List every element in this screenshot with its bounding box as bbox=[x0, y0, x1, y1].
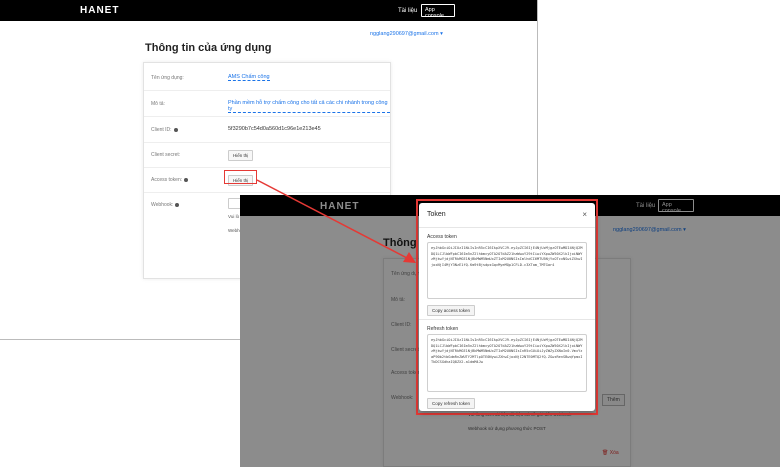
modal-divider bbox=[419, 227, 595, 228]
webhook-note: Vui lò bbox=[228, 214, 240, 219]
field-row-access-token: Access token: Hiển thị bbox=[144, 168, 390, 193]
refresh-token-label: Refresh token bbox=[427, 326, 459, 332]
brand-logo: HANET bbox=[80, 5, 120, 16]
show-client-secret-button[interactable]: Hiển thị bbox=[228, 150, 254, 161]
field-label-text: Webhook: bbox=[151, 202, 174, 208]
field-label: Client ID: bbox=[151, 127, 178, 133]
description-value[interactable]: Phần mềm hỗ trợ chấm công cho tất cả các… bbox=[228, 100, 390, 113]
modal-divider bbox=[419, 319, 595, 320]
field-label: Tên ứng dụng: bbox=[151, 75, 184, 81]
close-icon[interactable]: × bbox=[582, 210, 587, 219]
page-title: Thông tin của ứng dụng bbox=[145, 42, 272, 54]
field-label-text: Client ID: bbox=[151, 127, 172, 133]
field-row-description: Mô tả: Phần mềm hỗ trợ chấm công cho tất… bbox=[144, 92, 390, 117]
field-label: Mô tả: bbox=[151, 101, 165, 107]
user-email-menu[interactable]: ngglang290697@gmail.com ▾ bbox=[370, 31, 443, 37]
field-label: Webhook: bbox=[151, 202, 180, 208]
field-row-client-secret: Client secret: Hiển thị bbox=[144, 143, 390, 168]
field-label-text: Access token: bbox=[151, 177, 183, 183]
screenshot-root: HANET Tài liệu App console ngglang290697… bbox=[0, 0, 780, 467]
refresh-token-textarea[interactable]: eyJhbGciOiJIUzI1NiIsInR5cCI6IkpXVCJ9.eyJ… bbox=[427, 334, 587, 392]
access-token-textarea[interactable]: eyJhbGciOiJIUzI1NiIsInR5cCI6IkpXVCJ9.eyJ… bbox=[427, 242, 587, 299]
field-row-app-name: Tên ứng dụng: AMS Chấm công bbox=[144, 66, 390, 91]
access-token-highlight bbox=[224, 170, 257, 184]
access-token-label: Access token bbox=[427, 234, 457, 240]
copy-refresh-token-button[interactable]: Copy refresh token bbox=[427, 398, 476, 409]
caret-down-icon: ▾ bbox=[440, 31, 443, 37]
field-label: Client secret: bbox=[151, 152, 181, 158]
modal-title: Token bbox=[427, 211, 446, 218]
token-modal: Token × Access token eyJhbGciOiJIUzI1NiI… bbox=[419, 203, 595, 411]
field-label: Access token: bbox=[151, 177, 189, 183]
info-icon bbox=[173, 127, 178, 132]
nav-app-console-button[interactable]: App console bbox=[421, 4, 455, 19]
top-nav: HANET Tài liệu App console bbox=[0, 0, 537, 21]
app-name-value[interactable]: AMS Chấm công bbox=[228, 74, 270, 81]
client-id-value: 5f3290b7c54d0a560d1c96e1e213e45 bbox=[228, 126, 321, 132]
copy-access-token-button[interactable]: Copy access token bbox=[427, 305, 476, 316]
info-icon bbox=[175, 202, 180, 207]
nav-docs-link[interactable]: Tài liệu bbox=[398, 8, 417, 14]
field-row-client-id: Client ID: 5f3290b7c54d0a560d1c96e1e213e… bbox=[144, 118, 390, 143]
info-icon bbox=[184, 177, 189, 182]
user-email-text: ngglang290697@gmail.com bbox=[370, 31, 439, 37]
